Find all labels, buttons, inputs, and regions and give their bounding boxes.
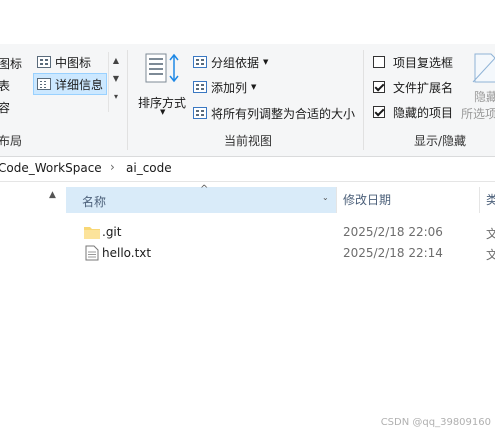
current-view-group-label: 当前视图: [224, 134, 273, 148]
medium-icons-option[interactable]: 中图标: [34, 52, 94, 72]
show-hide-group-label: 显示/隐藏: [414, 134, 467, 148]
column-header-name-label: 名称: [82, 195, 107, 209]
column-header-name[interactable]: 名称 ^ ⌄: [66, 184, 336, 213]
item-checkbox-toggle[interactable]: 项目复选框: [373, 52, 453, 72]
layout-item-label: 表: [0, 78, 11, 93]
breadcrumb-segment[interactable]: ai_code: [126, 161, 172, 175]
group-by-label: 分组依据: [211, 55, 260, 70]
address-bar[interactable]: Code_WorkSpace › ai_code: [0, 157, 495, 182]
hide-selected-label: 所选项: [461, 107, 495, 120]
add-column-icon: [193, 81, 207, 93]
file-row[interactable]: hello.txt 2025/2/18 22:14 文: [66, 243, 495, 265]
file-date: 2025/2/18 22:06: [343, 225, 443, 239]
column-divider[interactable]: [479, 187, 480, 213]
hidden-items-checkbox[interactable]: [373, 106, 385, 118]
file-name: hello.txt: [102, 246, 152, 260]
add-column-button[interactable]: 添加列 ▼: [193, 77, 256, 97]
details-icon: [37, 78, 51, 90]
folder-icon: [84, 227, 100, 239]
fit-columns-label: 将所有列调整为合适的大小: [211, 106, 356, 121]
layout-icons-option[interactable]: 图标: [0, 53, 22, 73]
add-column-label: 添加列: [211, 80, 248, 95]
breadcrumb-separator-icon[interactable]: ›: [110, 160, 115, 174]
sort-icon: [145, 53, 179, 83]
layout-gallery-scroll[interactable]: ▲ ▼ ▾: [108, 52, 123, 112]
chevron-down-icon: ▼: [251, 83, 257, 91]
watermark: CSDN @qq_39809160: [380, 417, 491, 428]
group-by-icon: [193, 56, 207, 68]
hide-label: 隐藏: [474, 90, 495, 104]
file-type: 文: [486, 248, 495, 262]
file-extension-checkbox[interactable]: [373, 81, 385, 93]
layout-item-label: 容: [0, 100, 11, 115]
layout-list-option[interactable]: 表: [0, 75, 10, 95]
hide-selected-icon: [472, 53, 495, 83]
column-header-row: 名称 ^ ⌄ 修改日期 类: [66, 184, 495, 213]
file-row[interactable]: .git 2025/2/18 22:06 文: [66, 222, 495, 244]
sort-by-button[interactable]: 排序方式 ▼: [136, 50, 186, 116]
ribbon-separator: [363, 50, 364, 150]
scroll-up-icon[interactable]: ▲: [49, 190, 56, 200]
file-type: 文: [486, 227, 495, 241]
group-by-button[interactable]: 分组依据 ▼: [193, 52, 268, 72]
item-checkbox-checkbox[interactable]: [373, 56, 385, 68]
checkbox-label: 隐藏的项目: [393, 105, 454, 120]
file-date: 2025/2/18 22:14: [343, 246, 443, 260]
gallery-expand-icon[interactable]: ▾: [109, 88, 123, 106]
fit-columns-icon: [193, 107, 207, 119]
text-file-icon: [85, 245, 99, 261]
checkbox-label: 文件扩展名: [393, 80, 454, 95]
sort-ascending-icon: ^: [200, 184, 209, 195]
fit-columns-button[interactable]: 将所有列调整为合适的大小: [193, 103, 355, 123]
chevron-down-icon: ▼: [263, 58, 269, 66]
chevron-down-icon[interactable]: ⌄: [322, 193, 329, 202]
breadcrumb-segment[interactable]: Code_WorkSpace: [0, 161, 102, 175]
hidden-items-toggle[interactable]: 隐藏的项目: [373, 102, 453, 122]
scroll-up-icon[interactable]: ▲: [109, 52, 123, 70]
file-name: .git: [102, 225, 122, 239]
details-view-option[interactable]: 详细信息: [33, 73, 108, 95]
medium-icons-icon: [37, 56, 51, 68]
file-extension-toggle[interactable]: 文件扩展名: [373, 77, 453, 97]
layout-content-option[interactable]: 容: [0, 97, 10, 117]
nav-pane-scrollbar[interactable]: ▲: [45, 186, 62, 434]
checkbox-label: 项目复选框: [393, 55, 454, 70]
column-header-type[interactable]: 类: [486, 187, 495, 213]
hide-selected-button[interactable]: 隐藏 所选项: [461, 50, 495, 120]
scroll-down-icon[interactable]: ▼: [109, 70, 123, 88]
layout-group-label: 布局: [0, 134, 23, 148]
layout-item-label: 图标: [0, 56, 23, 71]
layout-item-label: 中图标: [55, 55, 92, 70]
ribbon: 图标 表 容 中图标 详细信息 ▲ ▼ ▾ 布局 排序方式 ▼ 分组依据 ▼ 添…: [0, 44, 495, 157]
column-header-date[interactable]: 修改日期: [343, 187, 391, 213]
column-divider[interactable]: [336, 187, 337, 213]
ribbon-separator: [127, 50, 128, 150]
layout-item-label: 详细信息: [55, 77, 104, 92]
chevron-down-icon: ▼: [160, 108, 166, 116]
